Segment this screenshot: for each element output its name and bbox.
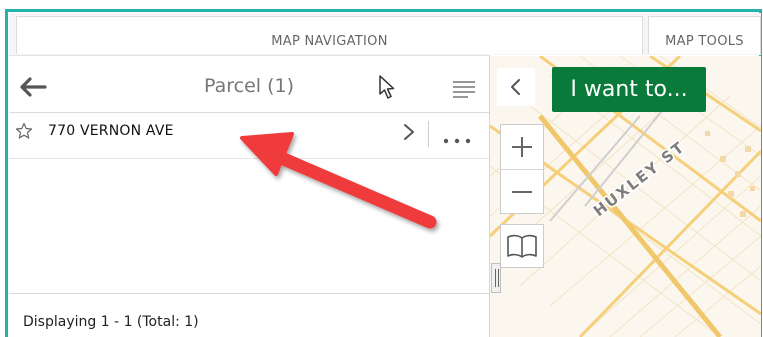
tab-map-navigation-label: MAP NAVIGATION [271, 34, 388, 49]
list-icon[interactable] [452, 80, 476, 98]
i-want-to-button[interactable]: I want to... [552, 67, 706, 112]
book-open-icon [507, 234, 537, 258]
footer-divider [9, 293, 489, 294]
chevron-left-icon [511, 79, 520, 95]
panel-header: Parcel (1) [9, 60, 489, 113]
zoom-out-button[interactable] [501, 170, 543, 213]
ellipsis-icon[interactable] [442, 129, 474, 144]
collapse-panel-button[interactable] [497, 68, 535, 106]
results-count: Displaying 1 - 1 (Total: 1) [23, 314, 199, 330]
mouse-pointer-icon [377, 74, 399, 100]
results-panel: Parcel (1) 770 VERNON AVE Displaying 1 -… [9, 55, 490, 337]
result-row-label[interactable]: 770 VERNON AVE [48, 123, 174, 139]
minus-icon [512, 190, 532, 193]
bookmarks-button[interactable] [500, 224, 544, 268]
tab-map-tools-label: MAP TOOLS [665, 34, 744, 49]
chevron-right-icon[interactable] [402, 123, 416, 141]
tab-map-navigation[interactable]: MAP NAVIGATION [16, 16, 643, 54]
zoom-in-button[interactable] [501, 125, 543, 170]
zoom-controls [500, 124, 544, 214]
tab-map-tools[interactable]: MAP TOOLS [648, 16, 761, 54]
panel-title: Parcel (1) [203, 75, 294, 97]
top-toolbar: MAP NAVIGATION MAP TOOLS [9, 13, 761, 55]
result-row[interactable]: 770 VERNON AVE [9, 113, 489, 159]
plus-icon [512, 137, 532, 157]
star-outline-icon[interactable] [15, 122, 33, 140]
panel-resize-handle[interactable] [491, 263, 501, 293]
row-divider [428, 121, 429, 147]
